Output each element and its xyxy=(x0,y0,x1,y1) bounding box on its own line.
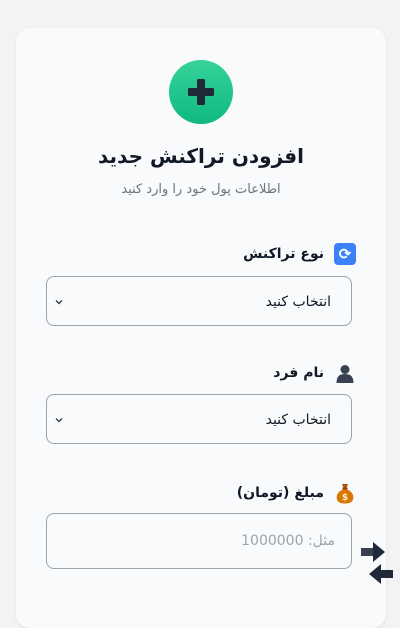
page-title: افزودن تراکنش جدید xyxy=(98,144,304,168)
person-name-label-text: نام فرد xyxy=(273,365,324,381)
transaction-type-label-text: نوع تراکنش xyxy=(243,246,324,262)
amount-label: $ مبلغ (تومان) xyxy=(237,482,356,504)
person-name-label: نام فرد xyxy=(273,362,356,384)
transaction-type-label: ⟳ نوع تراکنش xyxy=(243,243,356,265)
amount-label-text: مبلغ (تومان) xyxy=(236,485,324,501)
person-name-select[interactable]: انتخاب کنید xyxy=(46,394,352,444)
transaction-form-card: افزودن تراکنش جدید اطلاعات پول خود را وا… xyxy=(16,28,386,628)
cycle-arrows-icon: ⟳ xyxy=(334,243,356,265)
money-bag-icon: $ xyxy=(334,482,356,504)
person-icon xyxy=(334,362,356,384)
amount-placeholder: مثل: 1000000 xyxy=(241,533,335,549)
plus-icon xyxy=(169,60,233,124)
app-logo-icon xyxy=(361,542,393,584)
chevron-down-icon xyxy=(55,418,63,423)
page-subtitle: اطلاعات پول خود را وارد کنید xyxy=(121,182,281,197)
svg-text:$: $ xyxy=(342,493,348,503)
person-name-selected: انتخاب کنید xyxy=(265,412,331,428)
transaction-type-select[interactable]: انتخاب کنید xyxy=(46,276,352,326)
chevron-down-icon xyxy=(55,300,63,305)
amount-input[interactable]: مثل: 1000000 xyxy=(46,513,352,569)
transaction-type-selected: انتخاب کنید xyxy=(265,294,331,310)
